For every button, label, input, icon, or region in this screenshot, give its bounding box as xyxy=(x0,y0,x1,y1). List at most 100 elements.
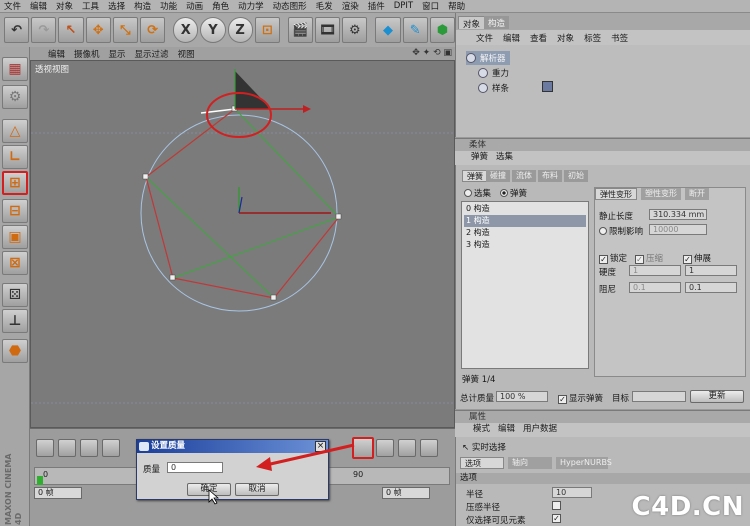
z-axis-icon[interactable]: Z xyxy=(227,17,253,43)
spring-item[interactable]: 0 构造 xyxy=(464,203,586,215)
redo-icon[interactable]: ↷ xyxy=(31,17,57,43)
scene-drawing[interactable] xyxy=(31,61,455,428)
keyframe-icon[interactable] xyxy=(58,439,76,457)
points-mode-icon[interactable]: ⊞ xyxy=(2,171,28,195)
attributes-menu-item-0[interactable]: 模式 xyxy=(473,424,490,434)
object-menu-item-4[interactable]: 标签 xyxy=(584,32,601,44)
attr-tab-options[interactable]: 选项 xyxy=(460,457,504,469)
visible-only-checkbox[interactable]: ✓ xyxy=(552,514,561,523)
hardness-left-field[interactable]: 1 xyxy=(629,265,681,276)
spring-tool-icon[interactable] xyxy=(398,439,416,457)
motion-icon[interactable] xyxy=(80,439,98,457)
damping-right-field[interactable]: 0.1 xyxy=(685,282,737,293)
texture-mode-icon[interactable]: ⚙ xyxy=(2,85,28,109)
object-row-spline[interactable]: 样条 xyxy=(478,81,509,95)
rotate-icon[interactable]: ⟳ xyxy=(139,17,166,43)
menu-item-6[interactable]: 功能 xyxy=(160,0,177,12)
compress-checkbox[interactable]: ✓ 压缩 xyxy=(635,252,663,264)
workplane-lock-icon[interactable]: ⊥ xyxy=(2,309,28,333)
subdivision-icon[interactable]: ⬢ xyxy=(429,17,455,43)
viewport-menu-item-4[interactable]: 视图 xyxy=(178,48,195,60)
damping-left-field[interactable]: 0.1 xyxy=(629,282,681,293)
menu-item-10[interactable]: 动态图形 xyxy=(273,0,307,12)
spring-points[interactable] xyxy=(142,105,342,301)
total-mass-field[interactable]: 100 % xyxy=(496,391,548,402)
cube-icon[interactable]: ◆ xyxy=(375,17,401,43)
pen-icon[interactable]: ✎ xyxy=(402,17,428,43)
menu-item-15[interactable]: 窗口 xyxy=(422,0,439,12)
subtab-initial[interactable]: 初始 xyxy=(564,170,588,182)
softbody-menu-item-1[interactable]: 选集 xyxy=(496,152,513,162)
menu-item-14[interactable]: DPIT xyxy=(394,1,413,11)
menu-item-0[interactable]: 文件 xyxy=(4,0,21,12)
menu-item-4[interactable]: 选择 xyxy=(108,0,125,12)
rest-length-field[interactable]: 310.334 mm xyxy=(649,209,707,220)
record-icon[interactable] xyxy=(36,439,54,457)
radius-field[interactable]: 10 xyxy=(552,487,592,498)
menu-item-7[interactable]: 动画 xyxy=(186,0,203,12)
spring-item[interactable]: 2 构造 xyxy=(464,227,586,239)
prop-tab-break[interactable]: 断开 xyxy=(685,188,709,200)
playhead[interactable] xyxy=(37,476,43,485)
menu-item-11[interactable]: 毛发 xyxy=(316,0,333,12)
viewport-menu-item-0[interactable]: 编辑 xyxy=(48,48,65,60)
mode-spring-radio[interactable]: 弹簧 xyxy=(500,187,527,199)
menu-item-3[interactable]: 工具 xyxy=(82,0,99,12)
object-menu-item-2[interactable]: 查看 xyxy=(530,32,547,44)
viewport-menu-item-2[interactable]: 显示 xyxy=(109,48,126,60)
spring-item[interactable]: 1 构造 xyxy=(464,215,586,227)
menu-item-12[interactable]: 渲染 xyxy=(342,0,359,12)
softbody-menu-item-0[interactable]: 弹簧 xyxy=(471,152,488,162)
viewport-nav-icons[interactable]: ✥ ✦ ⟲ ▣ xyxy=(412,48,452,58)
add-spring-icon[interactable] xyxy=(420,439,438,457)
tab-objects[interactable]: 对象 xyxy=(458,16,486,30)
attr-tab-hypernurbs[interactable]: HyperNURBS xyxy=(556,457,612,469)
mode-selection-radio[interactable]: 选集 xyxy=(464,187,491,199)
attributes-menu-item-1[interactable]: 编辑 xyxy=(498,424,515,434)
cancel-button[interactable]: 取消 xyxy=(235,483,279,496)
menu-item-16[interactable]: 帮助 xyxy=(448,0,465,12)
limit-checkbox[interactable]: 限制影响 xyxy=(599,225,643,237)
object-menu-item-3[interactable]: 对象 xyxy=(557,32,574,44)
pressure-checkbox[interactable] xyxy=(552,501,561,510)
mass-input[interactable]: 0 xyxy=(167,462,223,473)
uv-mode-icon[interactable]: ⊠ xyxy=(2,251,28,275)
tab-structure[interactable]: 构造 xyxy=(484,16,510,29)
hardness-right-field[interactable]: 1 xyxy=(685,265,737,276)
model-mode-icon[interactable]: ▦ xyxy=(2,57,28,81)
end-frame-field[interactable]: 0 帧 xyxy=(382,487,430,499)
object-menu-item-1[interactable]: 编辑 xyxy=(503,32,520,44)
delete-spring-icon[interactable] xyxy=(376,439,394,457)
edges-mode-icon[interactable]: ⊟ xyxy=(2,199,28,223)
scale-icon[interactable]: ⤡ xyxy=(112,17,138,43)
limit-field[interactable]: 10000 xyxy=(649,224,707,235)
object-menu-item-0[interactable]: 文件 xyxy=(476,32,493,44)
subtab-spring[interactable]: 弹簧 xyxy=(462,170,488,182)
subtab-fluid[interactable]: 流体 xyxy=(512,170,536,182)
show-springs-checkbox[interactable]: ✓ 显示弹簧 xyxy=(558,392,603,404)
move-icon[interactable]: ✥ xyxy=(85,17,111,43)
prop-tab-plastic[interactable]: 塑性变形 xyxy=(641,188,681,200)
object-row-gravity[interactable]: 重力 xyxy=(478,66,509,80)
workplane-icon[interactable]: △ xyxy=(2,119,28,143)
subtab-collision[interactable]: 碰撞 xyxy=(486,170,510,182)
update-button[interactable]: 更新 xyxy=(690,390,744,403)
render-picture-icon[interactable]: 🎞 xyxy=(315,17,341,43)
polygons-mode-icon[interactable]: ▣ xyxy=(2,225,28,249)
softbody-tag-icon[interactable] xyxy=(542,81,553,92)
menu-item-8[interactable]: 角色 xyxy=(212,0,229,12)
key-settings-icon[interactable] xyxy=(102,439,120,457)
target-field[interactable] xyxy=(632,391,686,402)
menu-item-1[interactable]: 编辑 xyxy=(30,0,47,12)
prop-tab-elastic[interactable]: 弹性变形 xyxy=(595,188,637,200)
snap-icon[interactable]: ⚄ xyxy=(2,283,28,307)
attributes-menu-item-2[interactable]: 用户数据 xyxy=(523,424,557,434)
menu-item-5[interactable]: 构造 xyxy=(134,0,151,12)
sculpt-icon[interactable]: ⬣ xyxy=(2,339,28,363)
object-menu-item-5[interactable]: 书签 xyxy=(611,32,628,44)
coord-system-icon[interactable]: ⊡ xyxy=(254,17,280,43)
render-view-icon[interactable]: 🎬 xyxy=(287,17,314,43)
viewport-menu-item-1[interactable]: 摄像机 xyxy=(74,48,100,60)
y-axis-icon[interactable]: Y xyxy=(200,17,226,43)
stretch-checkbox[interactable]: ✓ 伸展 xyxy=(683,252,711,264)
